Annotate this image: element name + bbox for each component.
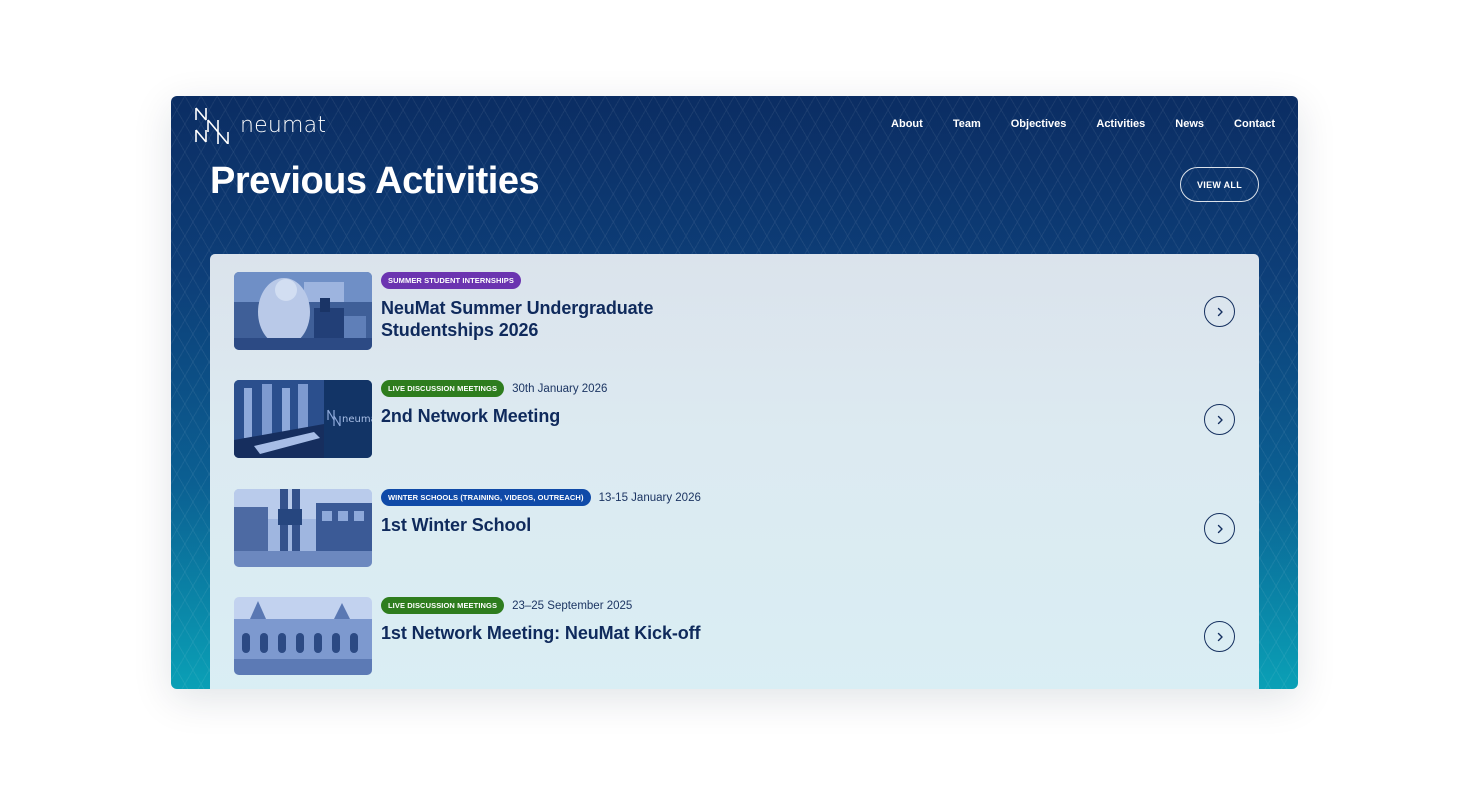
activity-item[interactable]: WINTER SCHOOLS (TRAINING, VIDEOS, OUTREA… <box>234 489 1235 567</box>
activity-thumbnail[interactable] <box>234 597 372 675</box>
activity-date: 13-15 January 2026 <box>598 491 701 504</box>
activity-thumbnail[interactable] <box>234 489 372 567</box>
activity-title[interactable]: 1st Network Meeting: NeuMat Kick-off <box>381 622 701 644</box>
open-activity-button[interactable] <box>1204 513 1235 544</box>
chevron-right-icon <box>1217 524 1223 533</box>
open-activity-button[interactable] <box>1204 296 1235 327</box>
view-all-button[interactable]: VIEW ALL <box>1180 167 1259 202</box>
category-badge: WINTER SCHOOLS (TRAINING, VIDEOS, OUTREA… <box>381 489 591 506</box>
activity-thumbnail[interactable]: neuma <box>234 380 372 458</box>
activity-title-line: 2nd Network Meeting <box>381 406 561 426</box>
category-badge: LIVE DISCUSSION MEETINGS <box>381 597 505 614</box>
activity-title[interactable]: 1st Winter School <box>381 514 531 536</box>
activity-meta: LIVE DISCUSSION MEETINGS 23–25 September… <box>381 597 632 614</box>
open-activity-button[interactable] <box>1204 404 1235 435</box>
activity-meta: LIVE DISCUSSION MEETINGS 30th January 20… <box>381 380 607 397</box>
activity-title-line: NeuMat Summer Undergraduate <box>381 298 654 318</box>
activity-title-line: 1st Network Meeting: NeuMat Kick-off <box>381 623 701 643</box>
activity-title-line: Studentships 2026 <box>381 320 539 340</box>
chevron-right-icon <box>1217 415 1223 424</box>
activity-title[interactable]: 2nd Network Meeting <box>381 405 560 427</box>
activity-date: 23–25 September 2025 <box>512 599 633 612</box>
nav-objectives[interactable]: Objectives <box>1011 118 1067 130</box>
category-badge: LIVE DISCUSSION MEETINGS <box>381 380 505 397</box>
category-badge: SUMMER STUDENT INTERNSHIPS <box>381 272 521 289</box>
activity-item[interactable]: neuma LIVE DISCUSSION MEETINGS 30th Janu… <box>234 380 1235 458</box>
lab-photo-icon <box>234 272 372 350</box>
nav-team[interactable]: Team <box>953 118 981 130</box>
neumat-logo-icon <box>195 107 229 144</box>
site-logo[interactable]: neumat <box>194 106 326 144</box>
historic-building-photo-icon <box>234 597 372 675</box>
open-activity-button[interactable] <box>1204 621 1235 652</box>
activity-item[interactable]: LIVE DISCUSSION MEETINGS 23–25 September… <box>234 597 1235 675</box>
nav-about[interactable]: About <box>891 118 923 130</box>
activity-meta: WINTER SCHOOLS (TRAINING, VIDEOS, OUTREA… <box>381 489 701 506</box>
nav-contact[interactable]: Contact <box>1234 118 1275 130</box>
activity-meta: SUMMER STUDENT INTERNSHIPS <box>381 272 521 289</box>
main-nav: About Team Objectives Activities News Co… <box>891 118 1275 130</box>
thumbnail-brand-text: neuma <box>342 414 372 425</box>
nav-news[interactable]: News <box>1175 118 1204 130</box>
nav-activities[interactable]: Activities <box>1096 118 1145 130</box>
activity-title[interactable]: NeuMat Summer Undergraduate Studentships… <box>381 297 653 341</box>
brand-name: neumat <box>240 112 327 138</box>
activity-date: 30th January 2026 <box>512 382 608 395</box>
meeting-hall-photo-icon: neuma <box>234 380 372 458</box>
chevron-right-icon <box>1217 632 1223 641</box>
activity-title-line: 1st Winter School <box>381 515 532 535</box>
chevron-right-icon <box>1217 307 1223 316</box>
activity-item[interactable]: SUMMER STUDENT INTERNSHIPS NeuMat Summer… <box>234 272 1235 350</box>
campus-sculpture-photo-icon <box>234 489 372 567</box>
activities-list: SUMMER STUDENT INTERNSHIPS NeuMat Summer… <box>210 254 1259 689</box>
activity-thumbnail[interactable] <box>234 272 372 350</box>
browser-viewport: neumat About Team Objectives Activities … <box>171 96 1298 689</box>
section-title: Previous Activities <box>210 160 540 202</box>
